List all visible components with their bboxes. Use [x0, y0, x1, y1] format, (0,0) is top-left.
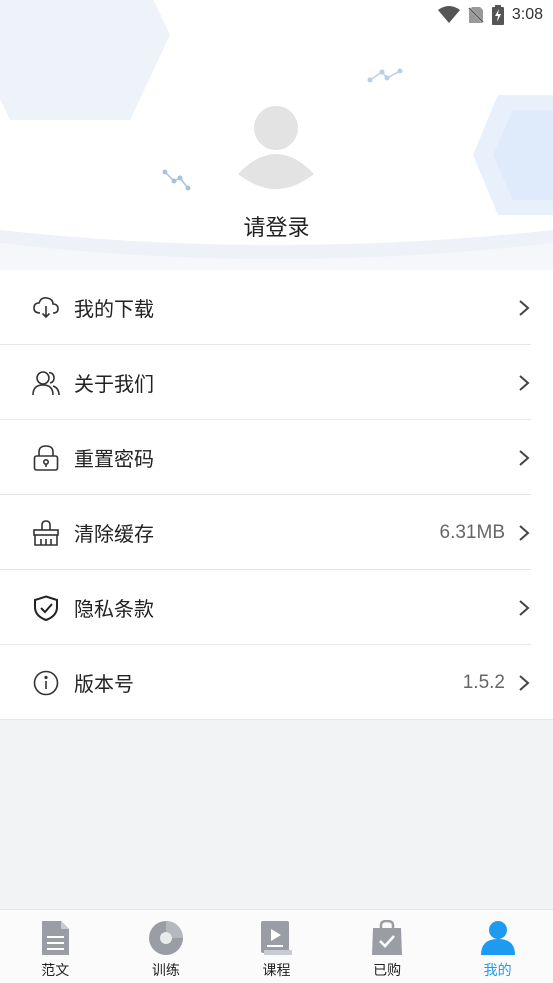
wifi-icon — [437, 6, 460, 23]
tab-training[interactable]: 训练 — [111, 910, 222, 983]
tab-purchased[interactable]: 已购 — [332, 910, 443, 983]
tab-label: 训练 — [151, 963, 180, 979]
tab-label: 已购 — [373, 963, 402, 979]
tab-essays[interactable]: 范文 — [0, 910, 111, 983]
menu-item-about-us[interactable]: 关于我们 — [0, 345, 553, 420]
chevron-right-icon — [519, 599, 530, 616]
info-icon — [32, 669, 60, 697]
battery-charging-icon — [491, 5, 504, 25]
tab-courses[interactable]: 课程 — [221, 910, 332, 983]
avatar[interactable] — [236, 104, 316, 190]
chevron-right-icon — [519, 524, 530, 541]
chevron-right-icon — [519, 674, 530, 691]
menu-item-label: 重置密码 — [74, 447, 154, 471]
menu-item-privacy-policy[interactable]: 隐私条款 — [0, 570, 553, 645]
shield-check-icon — [32, 594, 60, 622]
decorative-dots — [367, 68, 403, 83]
chevron-right-icon — [519, 449, 530, 466]
status-bar: 3:08 — [0, 0, 553, 30]
menu-item-label: 我的下载 — [74, 297, 154, 321]
tab-mine[interactable]: 我的 — [442, 910, 553, 983]
divider — [0, 719, 553, 720]
menu-item-version[interactable]: 版本号 1.5.2 — [0, 645, 553, 720]
settings-menu: 我的下载 关于我们 重置密码 清除缓存 6.31MB 隐私条款 版本号 1.5.… — [0, 270, 553, 720]
tab-label: 课程 — [262, 963, 291, 979]
menu-item-reset-password[interactable]: 重置密码 — [0, 420, 553, 495]
user-avatar-placeholder-icon — [238, 106, 314, 189]
lock-icon — [32, 444, 60, 472]
disc-icon — [148, 921, 183, 955]
cache-size-value: 6.31MB — [439, 521, 505, 543]
user-icon — [480, 921, 515, 955]
menu-item-downloads[interactable]: 我的下载 — [0, 270, 553, 345]
video-book-icon — [261, 921, 293, 955]
document-icon — [42, 921, 70, 955]
tab-label: 范文 — [41, 963, 70, 979]
shopping-bag-check-icon — [372, 920, 403, 955]
tab-label: 我的 — [483, 963, 512, 979]
no-sim-icon — [467, 6, 484, 24]
status-time: 3:08 — [511, 6, 543, 23]
cloud-download-icon — [32, 294, 60, 322]
login-link[interactable]: 请登录 — [0, 210, 553, 242]
menu-item-label: 隐私条款 — [74, 597, 154, 621]
menu-item-label: 版本号 — [74, 672, 134, 696]
profile-header: 3:08 请登录 — [0, 0, 553, 270]
bottom-tab-bar: 范文 训练 课程 已购 我的 — [0, 909, 553, 983]
menu-item-label: 关于我们 — [74, 372, 154, 396]
menu-item-label: 清除缓存 — [74, 522, 154, 546]
decorative-dots — [162, 169, 191, 191]
chevron-right-icon — [519, 374, 530, 391]
version-value: 1.5.2 — [462, 671, 505, 693]
users-icon — [32, 369, 60, 397]
decorative-hexagon — [473, 95, 553, 215]
menu-item-clear-cache[interactable]: 清除缓存 6.31MB — [0, 495, 553, 570]
chevron-right-icon — [519, 299, 530, 316]
broom-icon — [32, 519, 60, 547]
